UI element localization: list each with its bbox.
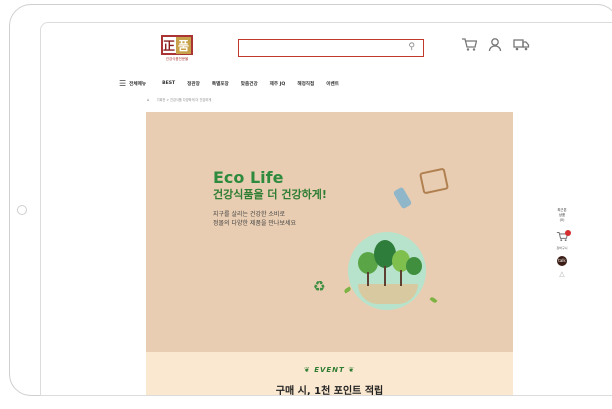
- all-menu-label: 전체메뉴: [129, 81, 147, 87]
- cart-icon[interactable]: [461, 37, 478, 56]
- banner-title: Eco Life: [213, 168, 284, 187]
- user-icon[interactable]: [488, 37, 502, 56]
- nav-item-best[interactable]: BEST: [162, 81, 175, 86]
- logo-mark: 正품: [161, 35, 193, 55]
- logo-char: 正: [162, 38, 175, 53]
- quick-cart-icon[interactable]: [556, 230, 571, 245]
- site-logo[interactable]: 正품 건강식품전문몰: [159, 33, 195, 65]
- quick-menu: 최근본 상품 (0) 장바구니 talk △: [544, 208, 580, 278]
- logo-char-gold: 품: [175, 36, 192, 54]
- nav-item-jeju-jq[interactable]: 제주 JQ: [270, 81, 286, 87]
- bottle-illustration: [392, 186, 413, 210]
- search-icon[interactable]: ⚲: [408, 42, 415, 52]
- screen: 正품 건강식품전문몰 ⚲ ☰ 전체메뉴 BEST 정관장 특별포장 맞춤건강 제…: [40, 22, 612, 396]
- tree-trunk: [400, 270, 402, 286]
- recent-items[interactable]: 최근본 상품 (0): [544, 208, 580, 223]
- cart-badge: [565, 230, 571, 236]
- recycle-icon: ♻: [313, 279, 326, 295]
- banner-desc-line-1: 지구를 살리는 건강한 소비로: [213, 211, 285, 218]
- recent-count: (0): [559, 218, 565, 222]
- banner-desc-line-2: 정몰의 다양한 제품을 만나보세요: [213, 220, 297, 227]
- leaf-decoration: [343, 286, 352, 294]
- tree-trunk: [384, 266, 386, 286]
- nav-item-direct[interactable]: 해정직접: [297, 81, 314, 87]
- home-button[interactable]: [17, 205, 27, 215]
- hamburger-icon: ☰: [119, 79, 127, 88]
- nav-item-event[interactable]: 이벤트: [326, 81, 339, 87]
- all-menu-button[interactable]: ☰ 전체메뉴: [119, 79, 146, 88]
- nav-item-special-pack[interactable]: 특별포장: [212, 81, 229, 87]
- delivery-truck-icon[interactable]: [513, 37, 530, 56]
- scroll-top-icon[interactable]: △: [544, 270, 580, 278]
- home-icon[interactable]: ⌂: [147, 97, 150, 102]
- banner-subtitle: 건강식품을 더 건강하게!: [213, 188, 327, 201]
- logo-subtitle: 건강식품전문몰: [165, 57, 189, 61]
- event-label-text: EVENT: [314, 366, 345, 374]
- nav-item-jeonggwanjang[interactable]: 정관장: [187, 81, 200, 87]
- chat-icon[interactable]: talk: [557, 256, 567, 266]
- shopping-bag-illustration: [418, 167, 450, 195]
- event-title: 구매 시, 1천 포인트 적립: [275, 386, 384, 396]
- main-nav: ☰ 전체메뉴 BEST 정관장 특별포장 맞춤건강 제주 JQ 해정직접 이벤트: [119, 79, 351, 88]
- tree-trunk: [367, 272, 369, 286]
- banner-description: 지구를 살리는 건강한 소비로 정몰의 다양한 제품을 만나보세요: [213, 210, 296, 228]
- event-label: ❦ EVENT ❦: [303, 366, 356, 374]
- search-input[interactable]: ⚲: [238, 39, 424, 57]
- promo-banner: Eco Life 건강식품을 더 건강하게! 지구를 살리는 건강한 소비로 정…: [146, 112, 513, 396]
- breadcrumb-path[interactable]: 기획전 > 건강식품 다양하게 더 건강하게: [157, 98, 212, 102]
- tree-illustration: [406, 257, 422, 275]
- leaf-decoration: [429, 296, 438, 304]
- breadcrumb: ⌂ 기획전 > 건강식품 다양하게 더 건강하게: [147, 97, 211, 102]
- quick-cart-label: 장바구니: [556, 246, 568, 250]
- event-section: ❦ EVENT ❦ 구매 시, 1천 포인트 적립: [146, 352, 513, 396]
- nav-item-custom-health[interactable]: 맞춤건강: [241, 81, 258, 87]
